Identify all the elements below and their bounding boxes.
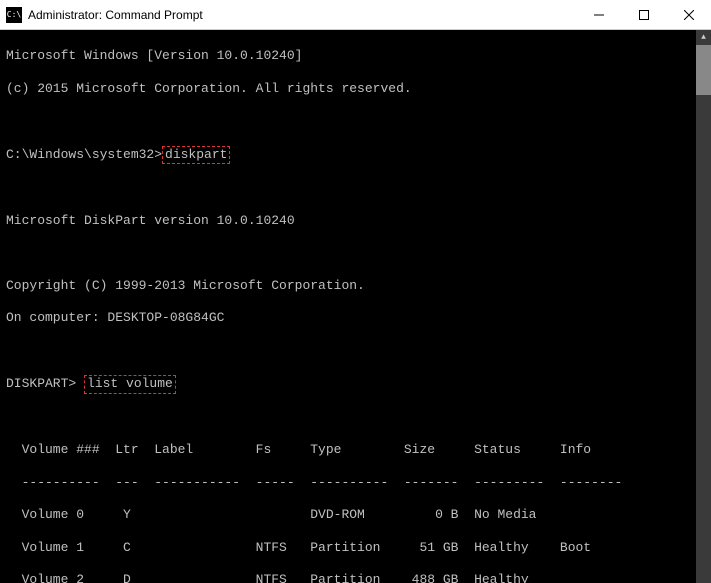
output-line: Copyright (C) 1999-2013 Microsoft Corpor… bbox=[6, 278, 705, 294]
window-title: Administrator: Command Prompt bbox=[28, 8, 203, 22]
prompt: DISKPART> bbox=[6, 376, 84, 391]
prompt: C:\Windows\system32> bbox=[6, 147, 162, 162]
blank-line bbox=[6, 343, 705, 359]
prompt-line: C:\Windows\system32>diskpart bbox=[6, 146, 705, 164]
vertical-scrollbar[interactable]: ▲ bbox=[696, 30, 711, 583]
command-diskpart: diskpart bbox=[162, 146, 230, 164]
table-divider: ---------- --- ----------- ----- -------… bbox=[6, 475, 705, 491]
blank-line bbox=[6, 180, 705, 196]
table-header: Volume ### Ltr Label Fs Type Size Status… bbox=[6, 442, 705, 458]
minimize-button[interactable] bbox=[576, 0, 621, 29]
output-line: On computer: DESKTOP-08G84GC bbox=[6, 310, 705, 326]
output-line: Microsoft DiskPart version 10.0.10240 bbox=[6, 213, 705, 229]
close-button[interactable] bbox=[666, 0, 711, 29]
table-row: Volume 1 C NTFS Partition 51 GB Healthy … bbox=[6, 540, 705, 556]
table-row: Volume 2 D NTFS Partition 488 GB Healthy bbox=[6, 572, 705, 583]
window-titlebar: C:\ Administrator: Command Prompt bbox=[0, 0, 711, 30]
terminal-area[interactable]: Microsoft Windows [Version 10.0.10240] (… bbox=[0, 30, 711, 583]
window-controls bbox=[576, 0, 711, 29]
blank-line bbox=[6, 410, 705, 426]
scrollbar-thumb[interactable] bbox=[696, 45, 711, 95]
cmd-icon: C:\ bbox=[6, 7, 22, 23]
blank-line bbox=[6, 113, 705, 129]
output-line: Microsoft Windows [Version 10.0.10240] bbox=[6, 48, 705, 64]
maximize-button[interactable] bbox=[621, 0, 666, 29]
titlebar-left: C:\ Administrator: Command Prompt bbox=[6, 7, 203, 23]
table-row: Volume 0 Y DVD-ROM 0 B No Media bbox=[6, 507, 705, 523]
prompt-line: DISKPART> list volume bbox=[6, 375, 705, 393]
command-list-volume: list volume bbox=[84, 375, 176, 393]
scroll-up-arrow-icon[interactable]: ▲ bbox=[696, 30, 711, 45]
blank-line bbox=[6, 245, 705, 261]
output-line: (c) 2015 Microsoft Corporation. All righ… bbox=[6, 81, 705, 97]
